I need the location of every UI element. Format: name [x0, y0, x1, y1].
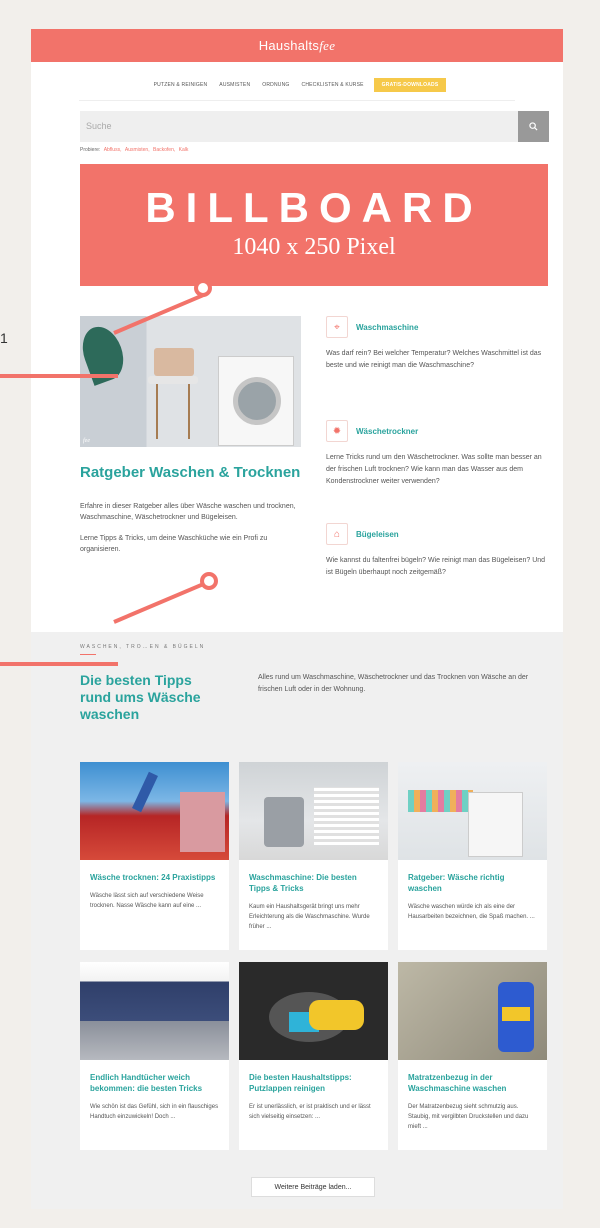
image-watermark: fee	[83, 438, 90, 444]
towels	[154, 348, 194, 376]
callout-marker-2	[200, 572, 218, 590]
hero-title[interactable]: Ratgeber Waschen & Trocknen	[80, 464, 300, 481]
suggestion-link[interactable]: Backofen,	[153, 147, 175, 153]
nav-item-ordnung[interactable]: ORDNUNG	[256, 82, 295, 88]
post-card[interactable]: Endlich Handtücher weich bekommen: die b…	[80, 962, 229, 1150]
category-buegeleisen[interactable]: ⌂ Bügeleisen Wie kannst du faltenfrei büg…	[326, 523, 548, 579]
billboard-title: BILLBOARD	[145, 184, 483, 231]
post-card[interactable]: Matratzenbezug in der Waschmaschine wasc…	[398, 962, 547, 1150]
suggestion-link[interactable]: Kalk	[179, 147, 189, 153]
callout-line-2	[0, 662, 118, 666]
search-icon	[529, 122, 538, 131]
billboard-size: 1040 x 250 Pixel	[232, 234, 396, 260]
callout-line-1	[0, 374, 118, 378]
post-image	[239, 762, 388, 860]
post-image	[80, 762, 229, 860]
sun-icon: ✹	[326, 420, 348, 442]
search-bar: Suche	[80, 111, 549, 142]
site-header: Haushaltsfee	[31, 29, 563, 62]
post-image	[80, 962, 229, 1060]
callout-marker-1	[194, 279, 212, 297]
suggestion-link[interactable]: Ausmisten,	[125, 147, 150, 153]
post-image	[398, 962, 547, 1060]
washing-machine	[218, 356, 294, 446]
category-waeschetrockner[interactable]: ✹ Wäschetrockner Lerne Tricks rund um den…	[326, 420, 548, 488]
post-card[interactable]: Wäsche trocknen: 24 Praxistipps Wäsche l…	[80, 762, 229, 950]
nav-divider	[79, 100, 515, 101]
post-card[interactable]: Die besten Haushaltstipps: Putzlappen re…	[239, 962, 388, 1150]
billboard-ad[interactable]: BILLBOARD 1040 x 250 Pixel	[80, 164, 548, 286]
nav-item-putzen[interactable]: PUTZEN & REINIGEN	[148, 82, 214, 88]
edge-label: 1	[0, 330, 8, 346]
nav-item-ausmisten[interactable]: AUSMISTEN	[213, 82, 256, 88]
post-image	[398, 762, 547, 860]
kicker-underline	[80, 654, 96, 655]
site-logo[interactable]: Haushaltsfee	[259, 38, 336, 54]
search-button[interactable]	[518, 111, 549, 142]
hero-image[interactable]: fee	[80, 316, 301, 447]
section-kicker: WASCHEN, TRO…EN & BÜGELN	[80, 644, 206, 650]
category-waschmaschine[interactable]: ⌖ Waschmaschine Was darf rein? Bei welche…	[326, 316, 548, 372]
section-description: Alles rund um Waschmaschine, Wäschetrock…	[258, 674, 529, 693]
page: Haushaltsfee PUTZEN & REINIGEN AUSMISTEN…	[31, 29, 563, 1209]
nav-item-checklisten[interactable]: CHECKLISTEN & KURSE	[296, 82, 370, 88]
search-suggestions: Probiere: Abfluss, Ausmisten, Backofen, …	[80, 147, 189, 153]
post-card[interactable]: Ratgeber: Wäsche richtig waschen Wäsche …	[398, 762, 547, 950]
hero-text-2: Lerne Tipps & Tricks, um deine Waschküch…	[80, 535, 268, 553]
hero-text: Erfahre in dieser Ratgeber alles über Wä…	[80, 503, 296, 521]
posts-section: WASCHEN, TRO…EN & BÜGELN Die besten Tipp…	[31, 632, 563, 1209]
post-card[interactable]: Waschmaschine: Die besten Tipps & Tricks…	[239, 762, 388, 950]
search-input[interactable]: Suche	[80, 111, 518, 142]
chair-seat	[148, 376, 198, 384]
section-title: Die besten Tipps rund ums Wäsche waschen	[80, 672, 201, 722]
laundry-basket-icon: ⌖	[326, 316, 348, 338]
nav-cta-button[interactable]: Gratis-Downloads	[373, 78, 447, 92]
chair-legs	[156, 384, 190, 439]
post-image	[239, 962, 388, 1060]
shirt-icon: ⌂	[326, 523, 348, 545]
load-more-button[interactable]: Weitere Beiträge laden...	[251, 1177, 375, 1197]
suggestion-link[interactable]: Abfluss,	[104, 147, 122, 153]
main-nav: PUTZEN & REINIGEN AUSMISTEN ORDNUNG CHEC…	[31, 70, 563, 100]
